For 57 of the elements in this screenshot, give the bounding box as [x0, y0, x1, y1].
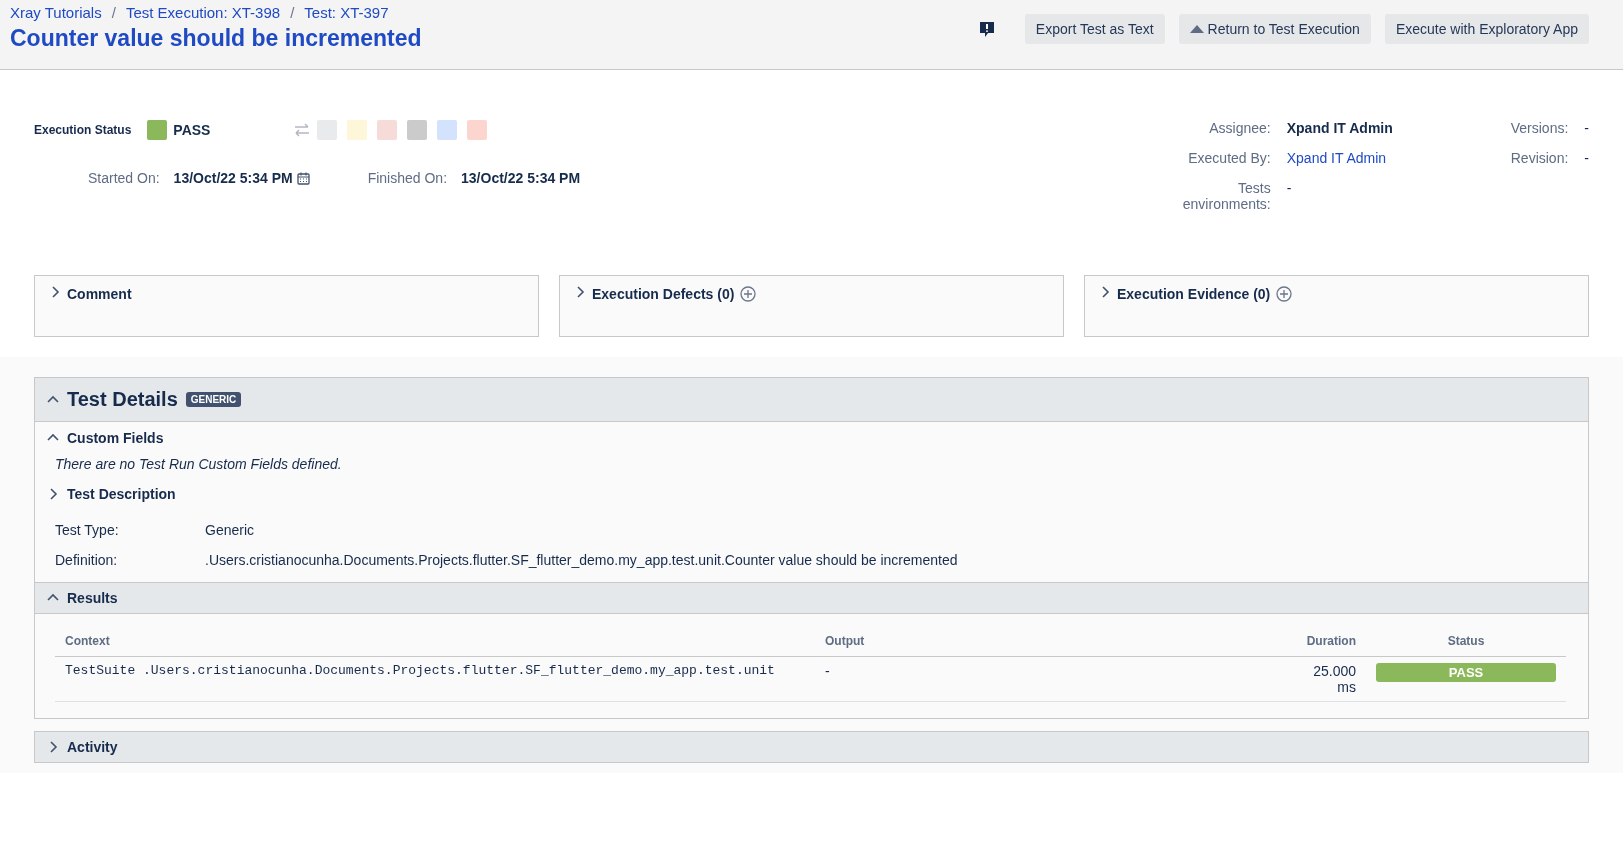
column-header: Status — [1366, 626, 1566, 657]
chevron-right-icon[interactable] — [574, 286, 586, 298]
field-value: Xpand IT Admin — [1286, 120, 1394, 136]
test-type-badge: GENERIC — [185, 392, 242, 407]
field-value: Generic — [205, 522, 256, 538]
field-label: Tests environments: — [1181, 180, 1271, 212]
table-cell: - — [815, 656, 1244, 702]
status-value[interactable]: PASS — [173, 122, 294, 138]
field-value: - — [1584, 120, 1589, 136]
date-value: 13/Oct/22 5:34 PM — [173, 170, 293, 186]
section-title[interactable]: Results — [67, 590, 118, 606]
column-header: Output — [815, 626, 1244, 657]
status-badge: PASS — [1376, 663, 1556, 682]
chevron-right-icon[interactable] — [1099, 286, 1111, 298]
field-label: Revision: — [1510, 150, 1569, 166]
table-cell: 25.000 ms — [1243, 656, 1366, 702]
breadcrumb-link[interactable]: Xray Tutorials — [10, 4, 102, 21]
field-label: Executed By: — [1187, 150, 1271, 166]
chevron-right-icon[interactable] — [47, 488, 59, 500]
empty-message: There are no Test Run Custom Fields defined. — [55, 456, 343, 472]
header-button[interactable]: Execute with Exploratory App — [1384, 14, 1589, 44]
date-value: 13/Oct/22 5:34 PM — [461, 170, 581, 186]
column-header: Duration — [1243, 626, 1366, 657]
field-label: Assignee: — [1208, 120, 1271, 136]
add-circle-icon[interactable] — [740, 286, 757, 302]
table-cell: TestSuite .Users.cristianocunha.Documents.Projects.flutter.SF_flutter_demo.my_app.test.unit — [55, 656, 815, 702]
feedback-icon[interactable] — [978, 20, 995, 38]
field-label: Versions: — [1510, 120, 1569, 136]
panel-title[interactable]: Execution Evidence (0) — [1117, 286, 1271, 302]
panel-title[interactable]: Comment — [67, 286, 132, 302]
add-circle-icon[interactable] — [1276, 286, 1293, 302]
execution-status-label: Execution Status — [34, 123, 132, 137]
column-header: Context — [55, 626, 815, 657]
date-label: Started On: — [88, 170, 160, 186]
date-label: Finished On: — [367, 170, 448, 186]
caret-up-icon — [1189, 25, 1204, 33]
chevron-right-icon[interactable] — [49, 286, 61, 298]
field-value: .Users.cristianocunha.Documents.Projects.flutter.SF_flutter_demo.my_app.test.unit.Counter value should be incremented — [205, 552, 959, 568]
user-link[interactable]: Xpand IT Admin — [1286, 150, 1421, 166]
calendar-icon[interactable] — [296, 171, 310, 185]
subsection-title[interactable]: Custom Fields — [67, 430, 164, 446]
field-label: Test Type: — [55, 522, 120, 538]
breadcrumb-link[interactable]: Test Execution: XT-398 — [125, 4, 281, 21]
chevron-right-icon[interactable] — [47, 741, 59, 753]
page-title: Counter value should be incremented — [10, 25, 422, 52]
header-button[interactable]: Export Test as Text — [1024, 14, 1165, 44]
field-value: - — [1584, 150, 1589, 166]
subsection-title[interactable]: Test Description — [67, 486, 176, 502]
header-button[interactable]: Return to Test Execution — [1178, 14, 1371, 44]
field-label: Definition: — [55, 552, 119, 568]
breadcrumb-link[interactable]: Test: XT-397 — [304, 4, 389, 21]
breadcrumb-separator: / — [290, 4, 295, 21]
section-title[interactable]: Activity — [67, 739, 118, 755]
section-title[interactable]: Test Details — [67, 388, 178, 411]
breadcrumb-separator: / — [111, 4, 116, 21]
panel-title[interactable]: Execution Defects (0) — [592, 286, 735, 302]
field-value: - — [1286, 180, 1293, 198]
